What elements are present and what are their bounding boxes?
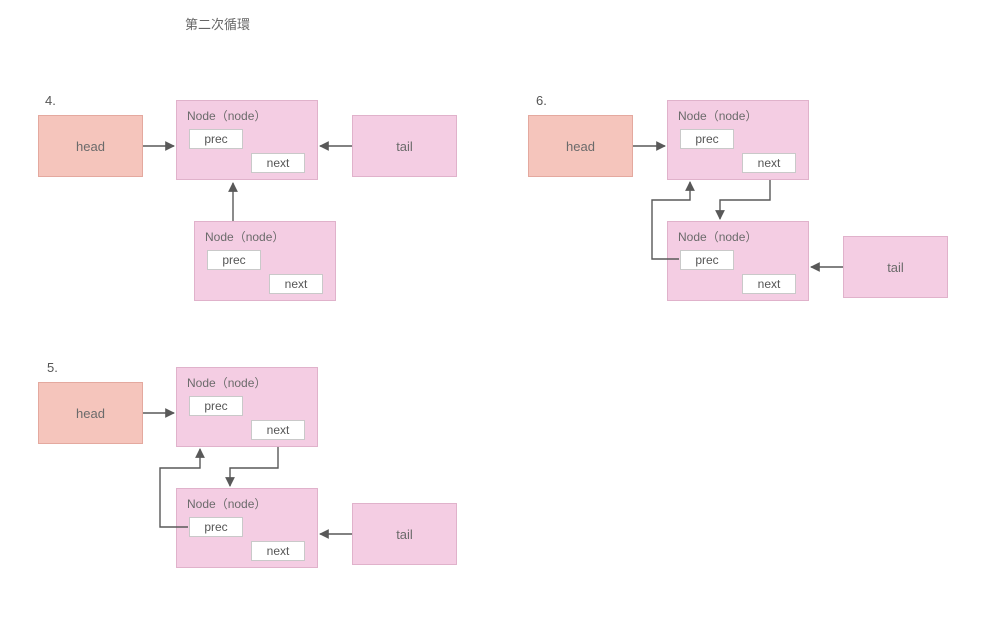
prec-slot: prec (189, 396, 243, 416)
node-title: Node（node） (678, 228, 757, 245)
prec-slot: prec (680, 129, 734, 149)
tail-label: tail (396, 139, 413, 154)
prec-slot: prec (207, 250, 261, 270)
tail-box-6: tail (843, 236, 948, 298)
node-title: Node（node） (678, 107, 757, 124)
head-box-6: head (528, 115, 633, 177)
node-title: Node（node） (187, 107, 266, 124)
head-label: head (76, 406, 105, 421)
step-number-6: 6. (536, 93, 547, 108)
head-label: head (566, 139, 595, 154)
node-box-6a: Node（node） prec next (667, 100, 809, 180)
head-box-4: head (38, 115, 143, 177)
node-title: Node（node） (187, 374, 266, 391)
node-box-4a: Node（node） prec next (176, 100, 318, 180)
node-box-4b: Node（node） prec next (194, 221, 336, 301)
step-number-4: 4. (45, 93, 56, 108)
page-title: 第二次循環 (185, 14, 250, 33)
next-slot: next (742, 274, 796, 294)
node-box-5b: Node（node） prec next (176, 488, 318, 568)
prec-slot: prec (189, 129, 243, 149)
tail-box-4: tail (352, 115, 457, 177)
tail-label: tail (396, 527, 413, 542)
arrows-layer (0, 0, 1000, 620)
tail-box-5: tail (352, 503, 457, 565)
node-box-5a: Node（node） prec next (176, 367, 318, 447)
next-slot: next (269, 274, 323, 294)
node-box-6b: Node（node） prec next (667, 221, 809, 301)
node-title: Node（node） (187, 495, 266, 512)
prec-slot: prec (680, 250, 734, 270)
node-title: Node（node） (205, 228, 284, 245)
next-slot: next (251, 153, 305, 173)
next-slot: next (251, 420, 305, 440)
head-box-5: head (38, 382, 143, 444)
next-slot: next (251, 541, 305, 561)
step-number-5: 5. (47, 360, 58, 375)
tail-label: tail (887, 260, 904, 275)
arrow-next-6a-down (720, 180, 770, 219)
head-label: head (76, 139, 105, 154)
next-slot: next (742, 153, 796, 173)
arrow-next-5a-down (230, 447, 278, 486)
prec-slot: prec (189, 517, 243, 537)
diagram-page: 第二次循環 4. head Node（node） prec next tail … (0, 0, 1000, 620)
